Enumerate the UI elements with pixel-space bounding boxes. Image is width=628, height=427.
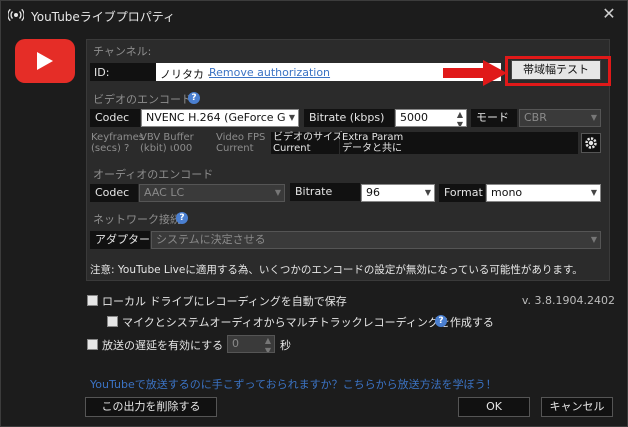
remove-authorization-link[interactable]: Remove authorization xyxy=(209,66,330,79)
network-help-icon[interactable]: ? xyxy=(176,212,188,224)
help-link[interactable]: YouTubeで放送するのに手こずっておられますか？こちらから放送方法を学ぼう！ xyxy=(90,376,497,392)
youtube-logo xyxy=(15,39,75,83)
cancel-button[interactable]: キャンセル xyxy=(541,397,613,417)
video-bitrate-spinbox[interactable]: 5000 ▲ ▼ xyxy=(395,109,467,127)
video-bitrate-label: Bitrate (kbps) xyxy=(304,109,394,127)
video-fps-field: Video FPS Current xyxy=(216,132,266,154)
audio-bitrate-select[interactable]: 96 ▼ xyxy=(361,184,435,202)
record-local-label: ローカル ドライブにレコーディングを自動で保存 xyxy=(102,295,347,308)
adapter-label: アダプター xyxy=(90,231,150,249)
audio-codec-label: Codec xyxy=(90,184,138,202)
multitrack-help-icon[interactable]: ? xyxy=(435,315,447,327)
delay-label: 放送の遅延を有効にする xyxy=(102,339,224,352)
format-label: Format xyxy=(439,184,485,202)
delay-unit: 秒 xyxy=(280,339,291,352)
mode-select: CBR ▼ xyxy=(519,109,601,127)
close-icon[interactable]: ✕ xyxy=(601,6,617,22)
notice-text: 注意: YouTube Liveに適用する為、いくつかのエンコードの設定が無効に… xyxy=(90,264,583,276)
video-codec-value: NVENC H.264 (GeForce G xyxy=(146,111,286,124)
delay-checkbox[interactable] xyxy=(87,339,98,350)
format-value: mono xyxy=(491,186,523,199)
audio-section-label: オーディオのエンコード xyxy=(93,168,214,181)
gear-button[interactable] xyxy=(581,133,601,153)
format-select[interactable]: mono ▼ xyxy=(486,184,601,202)
channel-section-label: チャンネル: xyxy=(93,45,152,58)
audio-codec-value: AAC LC xyxy=(144,186,185,199)
chevron-down-icon: ▼ xyxy=(424,188,431,197)
ok-button[interactable]: OK xyxy=(458,397,530,417)
adapter-value: システムに決定させる xyxy=(156,233,266,246)
spin-down-icon[interactable]: ▼ xyxy=(457,117,463,126)
play-icon xyxy=(37,52,53,70)
vbv-buffer-field: VBV Buffer (kbit) ι000 xyxy=(140,132,194,154)
channel-id-label: ID: xyxy=(94,66,110,79)
mode-label: モード xyxy=(471,109,517,127)
audio-bitrate-label: Bitrate xyxy=(290,183,360,201)
window-title: YouTubeライブプロパティ xyxy=(31,10,176,24)
keyframes-field: Keyframes (secs) ? xyxy=(91,132,144,154)
channel-id-row: ID: ノリタカ - Remove authorization xyxy=(90,63,501,81)
delay-value: 0 xyxy=(232,337,239,350)
video-size-field[interactable]: ビデオのサイズ Current xyxy=(271,132,343,154)
multitrack-checkbox[interactable] xyxy=(107,316,118,327)
chevron-down-icon: ▼ xyxy=(590,113,597,122)
chevron-down-icon: ▼ xyxy=(590,235,597,244)
video-codec-select[interactable]: NVENC H.264 (GeForce G ▼ xyxy=(141,109,299,127)
video-codec-label: Codec xyxy=(90,109,140,127)
adapter-select: システムに決定させる ▼ xyxy=(151,231,601,249)
spin-down-icon: ▼ xyxy=(264,346,271,353)
broadcast-icon xyxy=(8,8,24,22)
mode-value: CBR xyxy=(524,111,547,124)
gear-icon xyxy=(585,137,597,149)
network-section-label: ネットワーク接続 xyxy=(93,213,181,226)
record-local-checkbox[interactable] xyxy=(87,295,98,306)
video-bitrate-value: 5000 xyxy=(400,111,428,124)
properties-window: YouTubeライブプロパティ ✕ チャンネル: ID: ノリタカ - Remo… xyxy=(0,0,628,427)
arrow-indicator xyxy=(443,60,507,86)
bandwidth-test-button[interactable]: 帯域幅テスト xyxy=(511,60,601,80)
chevron-down-icon: ▼ xyxy=(590,188,597,197)
title-bar: YouTubeライブプロパティ ✕ xyxy=(1,1,627,29)
video-section-label: ビデオのエンコード xyxy=(93,93,192,106)
delete-output-button[interactable]: この出力を削除する xyxy=(85,397,217,417)
extra-param-field[interactable]: Extra Param データと共に xyxy=(340,132,578,154)
chevron-down-icon: ▼ xyxy=(274,188,281,197)
audio-bitrate-value: 96 xyxy=(366,186,380,199)
audio-codec-select: AAC LC ▼ xyxy=(139,184,285,202)
version-label: v. 3.8.1904.2402 xyxy=(521,294,615,307)
channel-name: ノリタカ - xyxy=(160,68,212,81)
chevron-down-icon: ▼ xyxy=(288,113,295,122)
video-help-icon[interactable]: ? xyxy=(188,92,200,104)
delay-spinbox: 0 ▲ ▼ xyxy=(227,335,275,353)
